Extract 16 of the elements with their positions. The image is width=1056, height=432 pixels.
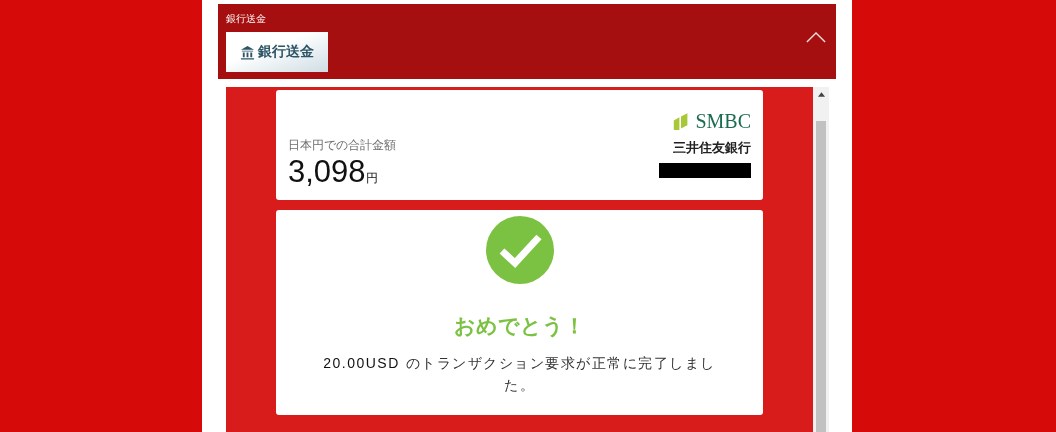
bank-icon <box>240 44 255 60</box>
success-message: 20.00USD のトランザクション要求が正常に完了しました。 <box>322 354 717 395</box>
scroll-thumb[interactable] <box>816 121 826 432</box>
total-amount: 3,098 <box>288 154 366 190</box>
stripes-logo-icon <box>673 111 690 132</box>
collapse-chevron-icon[interactable] <box>806 32 826 43</box>
section-header[interactable]: 銀行送金 銀行送金 <box>218 4 836 79</box>
success-title: おめでとう！ <box>454 313 585 340</box>
checkmark-icon <box>485 216 554 284</box>
scroll-up-icon[interactable] <box>817 92 825 97</box>
bank-logo-text: SMBC <box>695 110 751 133</box>
bank-name: 三井住友銀行 <box>673 139 751 157</box>
section-label: 銀行送金 <box>226 12 267 26</box>
total-caption: 日本円での合計金額 <box>288 137 396 154</box>
badge-label: 銀行送金 <box>258 43 314 61</box>
currency-unit: 円 <box>365 170 378 187</box>
